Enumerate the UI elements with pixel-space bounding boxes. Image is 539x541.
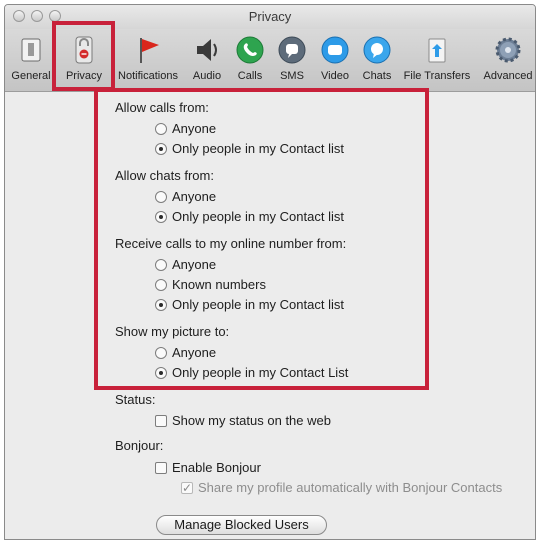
radio-button-selected[interactable]: [155, 143, 167, 155]
video-icon: [321, 36, 349, 64]
radio-button[interactable]: [155, 347, 167, 359]
radio-label: Known numbers: [172, 277, 266, 292]
radio-label: Anyone: [172, 121, 217, 136]
window-title: Privacy: [248, 9, 292, 24]
phone-icon: [236, 36, 264, 64]
chat-bubble-icon: [363, 36, 391, 64]
radio-button[interactable]: [155, 259, 167, 271]
chats-contacts-radio[interactable]: Only people in my Contact list: [155, 208, 344, 226]
toolbar-item-audio[interactable]: Audio: [189, 35, 225, 87]
toolbar-item-sms[interactable]: SMS: [275, 35, 309, 87]
flag-icon: [140, 38, 159, 63]
checkbox[interactable]: [155, 415, 167, 427]
online-contacts-radio[interactable]: Only people in my Contact list: [155, 296, 344, 314]
checkbox-label: Show my status on the web: [172, 413, 331, 428]
zoom-window-button[interactable]: [49, 10, 61, 22]
radio-label: Only people in my Contact list: [172, 209, 344, 224]
manage-blocked-users-button[interactable]: Manage Blocked Users: [156, 515, 327, 535]
toolbar-item-video[interactable]: Video: [317, 35, 353, 87]
online-number-heading: Receive calls to my online number from:: [115, 236, 347, 251]
bonjour-heading: Bonjour:: [115, 438, 164, 453]
privacy-lock-icon: [75, 36, 93, 64]
calls-anyone-radio[interactable]: Anyone: [155, 120, 216, 138]
toolbar-label-file-transfers: File Transfers: [403, 70, 471, 82]
toolbar-label-privacy: Privacy: [65, 70, 103, 82]
privacy-window: Privacy General Privacy Notifications Au…: [4, 4, 536, 540]
radio-button[interactable]: [155, 279, 167, 291]
calls-contacts-radio[interactable]: Only people in my Contact list: [155, 140, 344, 158]
online-known-numbers-radio[interactable]: Known numbers: [155, 276, 266, 294]
radio-button[interactable]: [155, 123, 167, 135]
close-window-button[interactable]: [13, 10, 25, 22]
checkbox-checked-disabled[interactable]: ✓: [181, 481, 193, 495]
file-transfer-icon: [428, 38, 446, 63]
toolbar-label-advanced: Advanced: [483, 70, 533, 82]
preferences-toolbar: General Privacy Notifications Audio Call…: [5, 29, 535, 92]
radio-button-selected[interactable]: [155, 367, 167, 379]
minimize-window-button[interactable]: [31, 10, 43, 22]
gear-icon: [495, 37, 521, 63]
radio-label: Only people in my Contact list: [172, 297, 344, 312]
show-picture-heading: Show my picture to:: [115, 324, 230, 339]
checkmark-icon: ✓: [182, 481, 193, 495]
toolbar-label-notifications: Notifications: [118, 70, 178, 82]
online-anyone-radio[interactable]: Anyone: [155, 256, 216, 274]
allow-calls-heading: Allow calls from:: [115, 100, 209, 115]
speaker-icon: [197, 39, 217, 61]
toolbar-item-file-transfers[interactable]: File Transfers: [404, 35, 470, 87]
toolbar-item-privacy[interactable]: Privacy: [63, 35, 105, 87]
sms-icon: [278, 36, 306, 64]
checkbox[interactable]: [155, 462, 167, 474]
radio-button[interactable]: [155, 191, 167, 203]
general-switch-icon: [21, 38, 41, 62]
radio-button-selected[interactable]: [155, 211, 167, 223]
share-profile-checkbox[interactable]: ✓ Share my profile automatically with Bon…: [181, 479, 502, 497]
toolbar-item-general[interactable]: General: [11, 35, 51, 87]
radio-label: Only people in my Contact list: [172, 141, 344, 156]
toolbar-item-calls[interactable]: Calls: [233, 35, 267, 87]
enable-bonjour-checkbox[interactable]: Enable Bonjour: [155, 459, 261, 477]
chats-anyone-radio[interactable]: Anyone: [155, 188, 216, 206]
radio-button-selected[interactable]: [155, 299, 167, 311]
radio-label: Anyone: [172, 189, 217, 204]
radio-label: Only people in my Contact List: [172, 365, 349, 380]
toolbar-item-advanced[interactable]: Advanced: [484, 35, 532, 87]
checkbox-label: Share my profile automatically with Bonj…: [198, 480, 503, 495]
picture-anyone-radio[interactable]: Anyone: [155, 344, 216, 362]
privacy-settings-panel: Allow calls from: Anyone Only people in …: [5, 92, 535, 539]
radio-label: Anyone: [172, 257, 217, 272]
checkbox-label: Enable Bonjour: [172, 460, 261, 475]
toolbar-item-notifications[interactable]: Notifications: [118, 35, 178, 87]
title-bar: Privacy: [5, 5, 535, 29]
allow-chats-heading: Allow chats from:: [115, 168, 214, 183]
picture-contacts-radio[interactable]: Only people in my Contact List: [155, 364, 348, 382]
radio-label: Anyone: [172, 345, 217, 360]
status-web-checkbox[interactable]: Show my status on the web: [155, 412, 331, 430]
status-heading: Status:: [115, 392, 156, 407]
toolbar-item-chats[interactable]: Chats: [359, 35, 395, 87]
